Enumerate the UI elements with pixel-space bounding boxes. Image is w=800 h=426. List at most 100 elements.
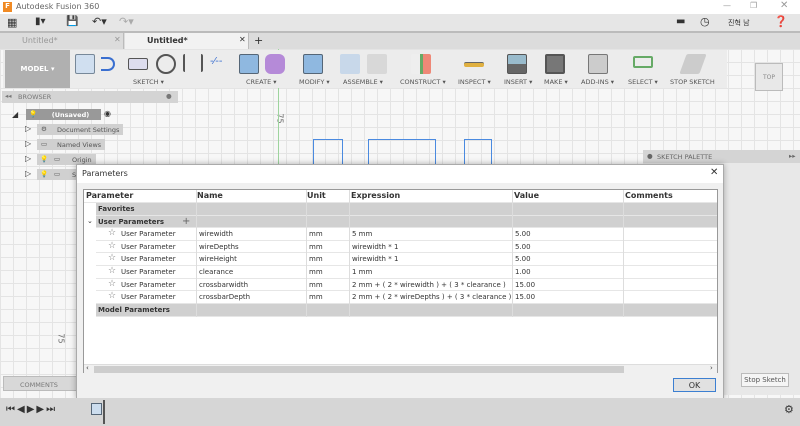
select-icon[interactable] — [633, 56, 653, 68]
maximize-button[interactable]: ❐ — [750, 1, 757, 10]
close-tab-icon[interactable]: ✕ — [114, 35, 121, 44]
joint-icon[interactable] — [367, 54, 387, 74]
timeline-controls[interactable]: ⏮◀▶▶⏭ — [6, 404, 57, 415]
parameter-expression[interactable]: wirewidth * 1 — [352, 243, 398, 251]
expand-icon[interactable]: ▷ — [25, 124, 31, 133]
sketch-palette-header[interactable]: ● SKETCH PALETTE ▸▸ — [643, 150, 800, 163]
add-ins-menu[interactable]: ADD-INS ▾ — [581, 78, 614, 86]
sketch-feature-icon[interactable] — [91, 403, 102, 415]
minimize-button[interactable]: — — [723, 1, 731, 10]
timeline-marker[interactable] — [103, 400, 105, 424]
add-parameter-button[interactable]: + — [182, 216, 190, 227]
tab-untitled-1[interactable]: Untitled* ✕ — [0, 33, 124, 49]
create-menu[interactable]: CREATE ▾ — [246, 78, 277, 86]
undo-icon[interactable]: ↶▾ — [92, 15, 107, 28]
help-icon[interactable]: ❓ — [774, 15, 788, 28]
column-header[interactable]: Unit — [307, 191, 326, 200]
viewcube[interactable]: TOP — [755, 63, 783, 91]
browser-header[interactable]: ◂◂ BROWSER ● — [2, 91, 178, 103]
save-icon[interactable]: 💾 — [66, 16, 78, 27]
expand-palette-icon[interactable]: ▸▸ — [789, 152, 796, 160]
favorite-star-icon[interactable]: ☆ — [108, 279, 116, 289]
dimension-label[interactable]: 75 — [57, 333, 66, 343]
favorite-star-icon[interactable]: ☆ — [108, 253, 116, 263]
parameter-unit[interactable]: mm — [309, 281, 323, 289]
column-header[interactable]: Name — [197, 191, 223, 200]
select-menu[interactable]: SELECT ▾ — [628, 78, 658, 86]
stop-sketch-button[interactable]: STOP SKETCH — [670, 78, 715, 86]
timeline-settings-gear-icon[interactable]: ⚙ — [784, 403, 794, 416]
parameter-unit[interactable]: mm — [309, 230, 323, 238]
new-component-icon[interactable] — [340, 54, 360, 74]
activate-icon[interactable]: ◉ — [104, 109, 111, 118]
browser-item-sketches[interactable]: 💡 ▭ S — [37, 169, 77, 180]
parameter-expression[interactable]: 1 mm — [352, 268, 372, 276]
close-dialog-button[interactable]: ✕ — [710, 167, 718, 178]
parameter-name[interactable]: wireDepths — [199, 243, 239, 251]
scroll-left-icon[interactable]: ‹ — [86, 364, 89, 372]
insert-image-icon[interactable] — [507, 54, 527, 74]
press-pull-icon[interactable] — [303, 54, 323, 74]
comments-panel[interactable]: COMMENTS — [3, 376, 77, 391]
modify-menu[interactable]: MODIFY ▾ — [299, 78, 330, 86]
offset-plane-icon[interactable] — [411, 54, 431, 74]
collapse-icon[interactable]: ● — [647, 152, 653, 160]
column-header[interactable]: Comments — [625, 191, 673, 200]
parameter-unit[interactable]: mm — [309, 268, 323, 276]
parameter-name[interactable]: wirewidth — [199, 230, 233, 238]
browser-root[interactable]: 💡 (Unsaved) — [26, 109, 101, 120]
sketch-menu[interactable]: SKETCH ▾ — [133, 78, 164, 86]
horizontal-scrollbar[interactable]: ‹ › — [84, 364, 717, 373]
favorite-star-icon[interactable]: ☆ — [108, 228, 116, 238]
workspace-switcher[interactable]: MODEL ▾ — [5, 50, 70, 88]
expand-icon[interactable]: ▷ — [25, 169, 31, 178]
favorite-star-icon[interactable]: ☆ — [108, 241, 116, 251]
column-header[interactable]: Value — [514, 191, 539, 200]
stop-sketch-icon[interactable] — [679, 54, 707, 74]
expand-root-icon[interactable]: ◢ — [12, 110, 18, 119]
expand-icon[interactable]: ▷ — [25, 139, 31, 148]
favorite-star-icon[interactable]: ☆ — [108, 291, 116, 301]
parameter-unit[interactable]: mm — [309, 243, 323, 251]
form-icon[interactable] — [265, 54, 285, 74]
scripts-addins-icon[interactable] — [588, 54, 608, 74]
extrude-icon[interactable] — [239, 54, 259, 74]
make-menu[interactable]: MAKE ▾ — [544, 78, 568, 86]
close-tab-icon[interactable]: ✕ — [239, 35, 246, 44]
apps-grid-icon[interactable]: ▦ — [7, 16, 17, 29]
stop-sketch-palette-button[interactable]: Stop Sketch — [741, 373, 789, 387]
parameter-name[interactable]: crossbarwidth — [199, 281, 248, 289]
file-menu-icon[interactable]: ▮▾ — [35, 16, 46, 27]
user-menu[interactable]: 진혁 남 — [728, 18, 750, 28]
lightbulb-icon[interactable]: 💡 — [40, 170, 48, 178]
create-sketch-icon[interactable] — [75, 54, 95, 74]
circle-icon[interactable] — [156, 54, 176, 74]
column-header[interactable]: Expression — [351, 191, 400, 200]
close-window-button[interactable]: ✕ — [780, 0, 788, 11]
inspect-menu[interactable]: INSPECT ▾ — [458, 78, 491, 86]
expand-icon[interactable]: ▷ — [25, 154, 31, 163]
parameter-expression[interactable]: 5 mm — [352, 230, 372, 238]
new-tab-button[interactable]: + — [254, 34, 263, 47]
parameter-name[interactable]: clearance — [199, 268, 233, 276]
collapse-chevron-icon[interactable]: ⌄ — [87, 217, 93, 225]
insert-menu[interactable]: INSERT ▾ — [504, 78, 532, 86]
parameter-name[interactable]: wireHeight — [199, 255, 237, 263]
favorite-star-icon[interactable]: ☆ — [108, 266, 116, 276]
job-status-icon[interactable]: ◷ — [700, 15, 710, 28]
rectangle-icon[interactable] — [128, 58, 148, 70]
lightbulb-icon[interactable]: 💡 — [40, 155, 48, 163]
ok-button[interactable]: OK — [673, 378, 716, 392]
3d-print-icon[interactable] — [545, 54, 565, 74]
measure-icon[interactable] — [464, 62, 484, 67]
column-header[interactable]: Parameter — [86, 191, 133, 200]
collapse-browser-icon[interactable]: ◂◂ — [5, 92, 12, 100]
parameter-name[interactable]: crossbarDepth — [199, 293, 250, 301]
scroll-right-icon[interactable]: › — [710, 364, 713, 372]
browser-pin-icon[interactable]: ● — [166, 92, 172, 100]
line-icon[interactable] — [101, 57, 115, 71]
notifications-icon[interactable]: ▬ — [676, 16, 685, 27]
parameter-expression[interactable]: 2 mm + ( 2 * wirewidth ) + ( 3 * clearan… — [352, 281, 506, 289]
lightbulb-icon[interactable]: 💡 — [29, 110, 37, 118]
parameter-unit[interactable]: mm — [309, 255, 323, 263]
